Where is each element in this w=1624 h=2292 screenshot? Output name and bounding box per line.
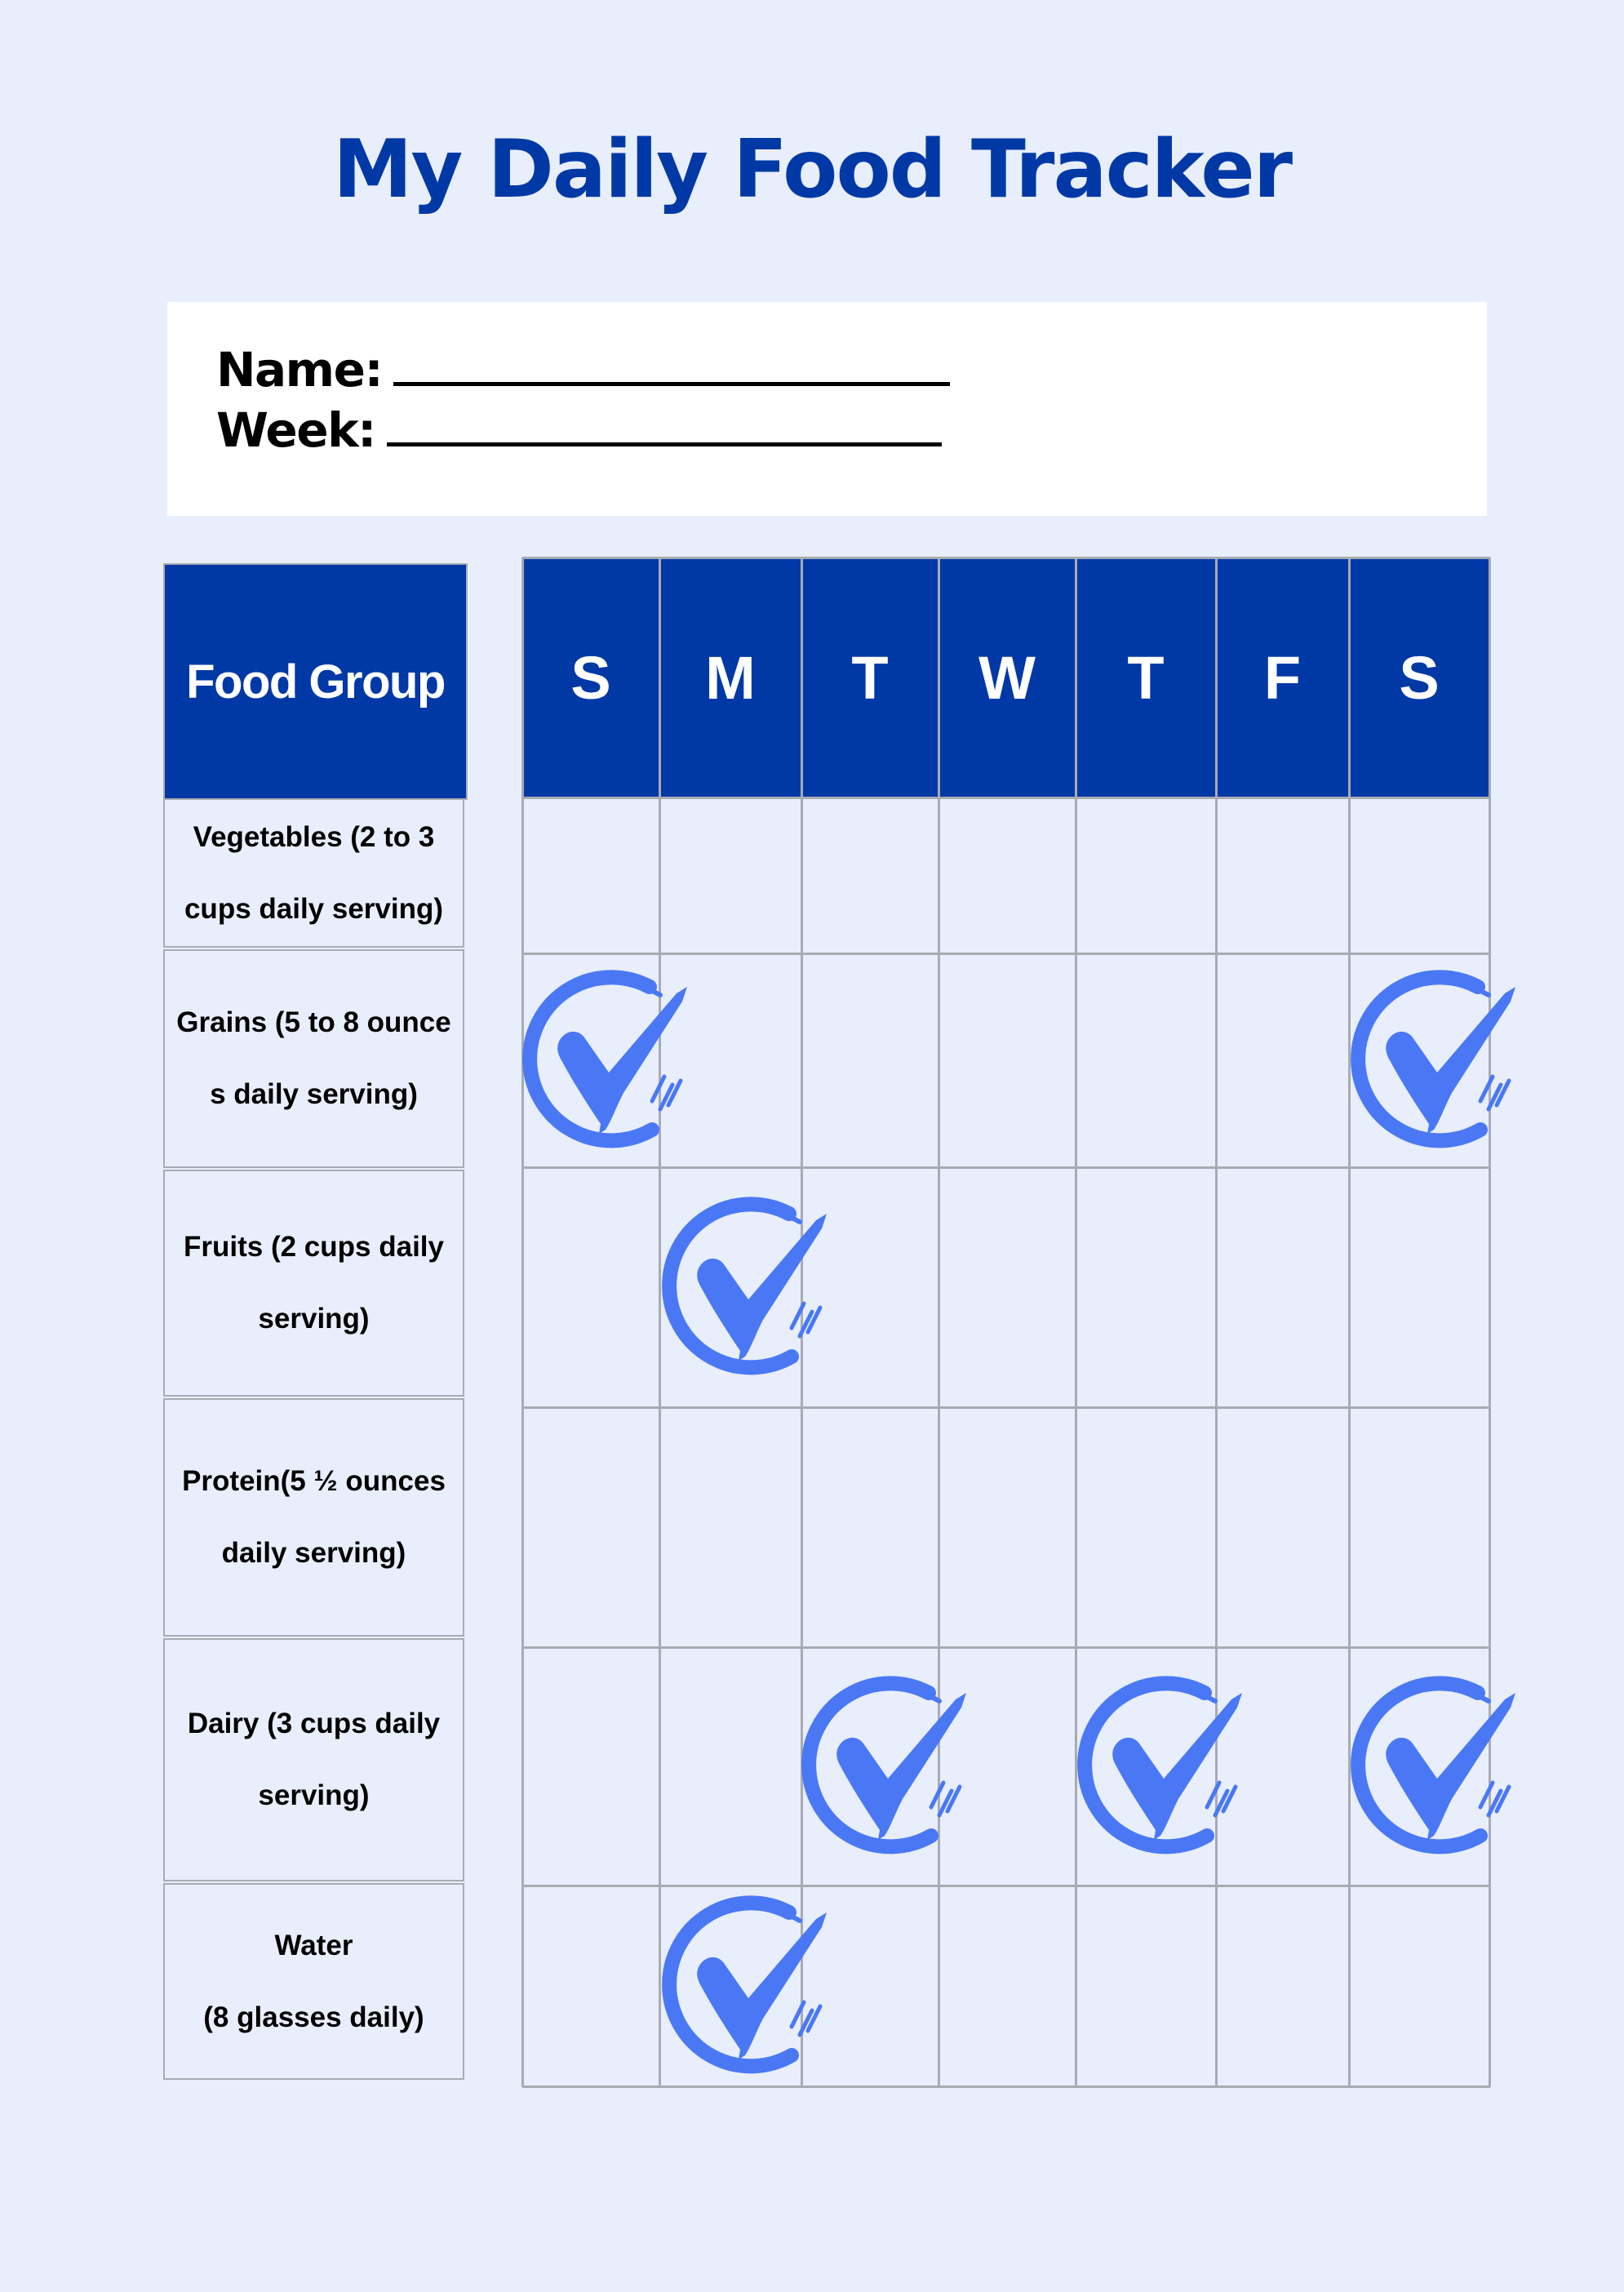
name-label: Name: xyxy=(216,342,384,398)
food-group-label: Dairy (3 cups daily serving) xyxy=(163,1638,464,1881)
tracker-cell[interactable] xyxy=(522,1647,659,1886)
circled-checkmark-icon xyxy=(509,962,705,1158)
grid-line xyxy=(522,797,1490,799)
tracker-cell[interactable] xyxy=(801,1407,938,1647)
tracker-cell[interactable] xyxy=(801,797,938,953)
food-group-label: Grains (5 to 8 ounce s daily serving) xyxy=(163,949,464,1168)
tracker-cell[interactable] xyxy=(522,1167,659,1407)
day-header: T xyxy=(801,557,938,797)
tracker-cell[interactable] xyxy=(1076,1886,1216,2086)
tracker-cell[interactable] xyxy=(1076,1407,1216,1647)
grid-line xyxy=(522,2085,1490,2088)
tracker-cell[interactable] xyxy=(659,1647,801,1886)
tracker-cell[interactable] xyxy=(1216,1407,1349,1647)
tracker-cell[interactable] xyxy=(522,797,659,953)
tracker-cell[interactable] xyxy=(1216,953,1349,1167)
info-box: Name: Week: xyxy=(167,302,1487,516)
circled-checkmark-icon xyxy=(1338,1668,1533,1864)
circled-checkmark-icon xyxy=(1338,962,1533,1158)
food-group-label-line: s daily serving) xyxy=(210,1078,418,1110)
food-group-label-line: Grains (5 to 8 ounce xyxy=(176,1006,451,1038)
tracker-cell[interactable] xyxy=(1076,797,1216,953)
food-group-label-line: cups daily serving) xyxy=(184,892,444,925)
tracker-cell[interactable] xyxy=(522,1886,659,2086)
tracker-cell[interactable] xyxy=(659,1407,801,1647)
food-group-label-line: serving) xyxy=(258,1303,370,1335)
tracker-cell[interactable] xyxy=(938,1886,1076,2086)
tracker-cell[interactable] xyxy=(1216,797,1349,953)
circled-checkmark-icon xyxy=(1064,1668,1260,1864)
week-field[interactable]: Week: xyxy=(216,406,942,454)
food-group-label-line: (8 glasses daily) xyxy=(203,2001,424,2033)
food-group-label: Vegetables (2 to 3 cups daily serving) xyxy=(163,798,464,948)
name-blank-line[interactable] xyxy=(393,377,951,386)
day-header: S xyxy=(1349,557,1489,797)
name-field[interactable]: Name: xyxy=(216,346,951,393)
tracker-cell[interactable] xyxy=(1216,1886,1349,2086)
food-group-label: Fruits (2 cups daily serving) xyxy=(163,1170,464,1397)
day-header: F xyxy=(1216,557,1349,797)
food-group-header: Food Group xyxy=(163,563,468,800)
day-header: T xyxy=(1076,557,1216,797)
tracker-cell[interactable] xyxy=(1216,1167,1349,1407)
tracker-cell[interactable] xyxy=(1349,797,1489,953)
tracker-cell[interactable] xyxy=(938,953,1076,1167)
food-group-label: Water (8 glasses daily) xyxy=(163,1883,464,2080)
food-group-label-line: Dairy (3 cups daily xyxy=(187,1708,441,1739)
grid-line xyxy=(521,557,524,2087)
day-grid: SMTWTFS xyxy=(521,557,1515,2088)
tracker-cell[interactable] xyxy=(522,1407,659,1647)
food-group-label-line: Fruits (2 cups daily xyxy=(184,1231,444,1263)
food-group-label-line: Protein(5 ½ ounces xyxy=(182,1465,446,1497)
tracker-cell[interactable] xyxy=(801,953,938,1167)
tracker-cell[interactable] xyxy=(938,797,1076,953)
tracker-cell[interactable] xyxy=(659,797,801,953)
week-blank-line[interactable] xyxy=(386,438,942,446)
grid-line xyxy=(522,953,1490,955)
tracker-cell[interactable] xyxy=(1349,1886,1489,2086)
circled-checkmark-icon xyxy=(788,1668,984,1864)
tracker-cell[interactable] xyxy=(938,1407,1076,1647)
tracker-cell[interactable] xyxy=(1349,1407,1489,1647)
grid-line xyxy=(522,1166,1490,1169)
food-group-label-line: Vegetables (2 to 3 xyxy=(193,820,435,853)
food-group-label-line: serving) xyxy=(258,1779,370,1811)
tracker-cell[interactable] xyxy=(1076,1167,1216,1407)
week-label: Week: xyxy=(216,402,376,458)
grid-line xyxy=(522,1406,1490,1409)
tracker-cell[interactable] xyxy=(1076,953,1216,1167)
food-group-label: Protein(5 ½ ounces daily serving) xyxy=(163,1398,464,1637)
day-header: S xyxy=(522,557,659,797)
day-header: W xyxy=(938,557,1076,797)
page-title: My Daily Food Tracker xyxy=(332,123,1293,216)
grid-line xyxy=(522,1646,1490,1649)
circled-checkmark-icon xyxy=(649,1888,845,2084)
tracker-cell[interactable] xyxy=(938,1167,1076,1407)
grid-line xyxy=(522,1885,1490,1887)
grid-line xyxy=(522,557,1490,559)
food-group-label-line: Water xyxy=(274,1929,353,1961)
food-group-label-line: daily serving) xyxy=(221,1537,406,1569)
day-header: M xyxy=(659,557,801,797)
tracker-cell[interactable] xyxy=(1349,1167,1489,1407)
circled-checkmark-icon xyxy=(649,1189,845,1385)
